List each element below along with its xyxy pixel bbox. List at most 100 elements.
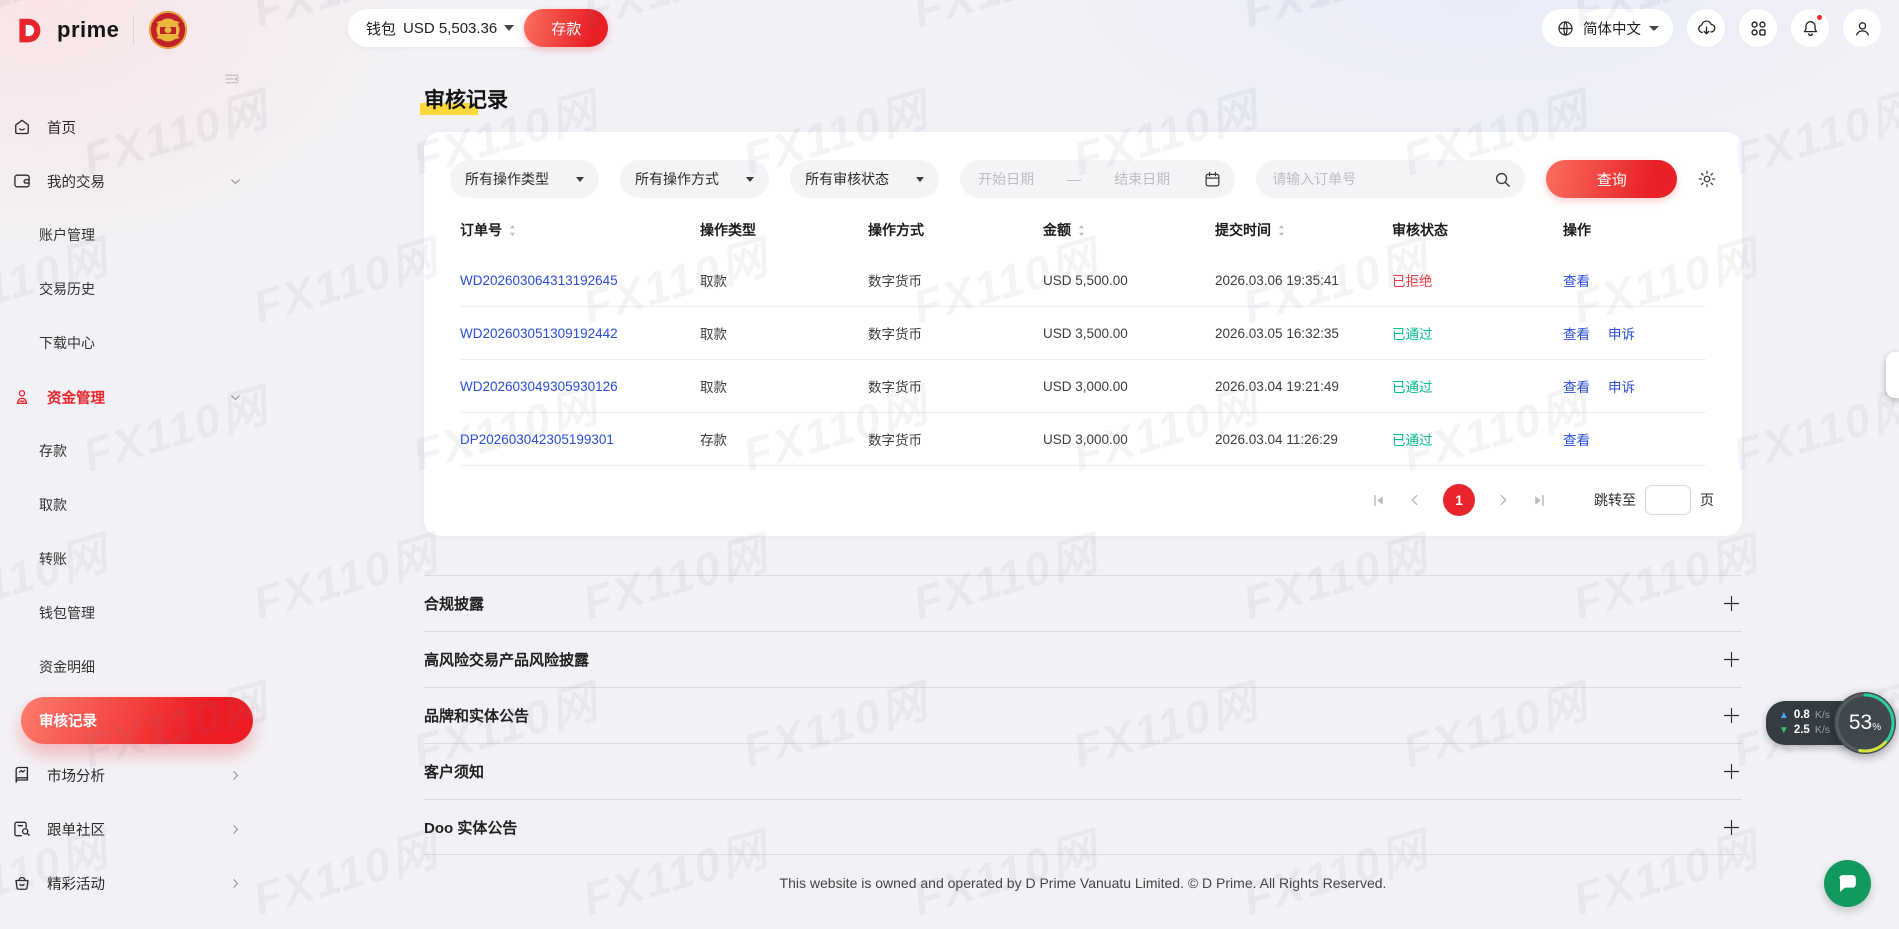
previous-page-button[interactable] bbox=[1407, 492, 1423, 508]
column-order-no[interactable]: 订单号 bbox=[460, 220, 700, 240]
view-link[interactable]: 查看 bbox=[1563, 376, 1590, 396]
chat-bubble-icon bbox=[1835, 871, 1860, 896]
view-link[interactable]: 查看 bbox=[1563, 323, 1590, 343]
cell-type: 取款 bbox=[700, 323, 868, 343]
sidebar-item-label: 精彩活动 bbox=[47, 873, 105, 894]
speed-unit: K/s bbox=[1815, 708, 1830, 723]
funds-person-icon bbox=[12, 387, 32, 407]
activities-basket-icon bbox=[12, 873, 32, 893]
sidebar-item-transfer[interactable]: 转账 bbox=[0, 532, 255, 586]
language-selector[interactable]: 简体中文 bbox=[1542, 9, 1673, 47]
column-actions: 操作 bbox=[1563, 220, 1706, 240]
download-arrow-icon: ▼ bbox=[1779, 723, 1789, 738]
community-doc-search-icon bbox=[12, 819, 32, 839]
table-row: DP202603042305199301 存款 数字货币 USD 3,000.0… bbox=[460, 413, 1706, 466]
search-icon[interactable] bbox=[1493, 170, 1512, 189]
sidebar-item-download-center[interactable]: 下载中心 bbox=[0, 316, 255, 370]
sidebar-item-wallet-management[interactable]: 钱包管理 bbox=[0, 586, 255, 640]
sidebar-item-funds-details[interactable]: 资金明细 bbox=[0, 640, 255, 694]
cell-type: 存款 bbox=[700, 429, 868, 449]
appeal-link[interactable]: 申诉 bbox=[1608, 376, 1635, 396]
cell-amount: USD 3,000.00 bbox=[1043, 379, 1215, 394]
dprime-logo-icon bbox=[16, 17, 43, 44]
sidebar-item-market-analysis[interactable]: 市场分析 bbox=[0, 748, 255, 802]
sidebar-item-copy-trading[interactable]: 跟单社区 bbox=[0, 802, 255, 856]
appeal-link[interactable]: 申诉 bbox=[1608, 323, 1635, 343]
footer-accordion: 合规披露 高风险交易产品风险披露 品牌和实体公告 客户须知 Doo 实体公告 bbox=[424, 575, 1742, 855]
plus-icon bbox=[1721, 593, 1742, 614]
order-number-link[interactable]: WD202603049305930126 bbox=[460, 379, 700, 394]
sidebar-item-audit-records-active[interactable]: 审核记录 bbox=[21, 697, 253, 744]
plus-icon bbox=[1721, 817, 1742, 838]
sidebar-item-label: 市场分析 bbox=[47, 765, 105, 786]
user-icon bbox=[1852, 18, 1873, 39]
apps-menu-button[interactable] bbox=[1739, 9, 1777, 47]
order-number-link[interactable]: WD202603051309192442 bbox=[460, 326, 700, 341]
live-chat-button[interactable] bbox=[1824, 860, 1871, 907]
chevron-right-icon bbox=[228, 822, 243, 837]
accordion-client-notice[interactable]: 客户须知 bbox=[424, 743, 1742, 799]
upload-arrow-icon: ▲ bbox=[1779, 708, 1789, 723]
table-header-row: 订单号 操作类型 操作方式 金额 提交时间 审核状态 操作 bbox=[460, 206, 1706, 254]
brand: prime bbox=[16, 10, 188, 50]
jump-to-page-input[interactable] bbox=[1645, 485, 1691, 515]
order-number-link[interactable]: WD202603064313192645 bbox=[460, 273, 700, 288]
sidebar-item-activities[interactable]: 精彩活动 bbox=[0, 856, 255, 910]
accordion-doo-entity-notice[interactable]: Doo 实体公告 bbox=[424, 799, 1742, 855]
speed-monitor-widget[interactable]: ▲0.8K/s ▼2.5K/s 53% bbox=[1766, 692, 1896, 754]
cell-method: 数字货币 bbox=[868, 323, 1043, 343]
plus-icon bbox=[1721, 649, 1742, 670]
table-settings-button[interactable] bbox=[1692, 160, 1722, 198]
sidebar-item-label: 首页 bbox=[47, 117, 76, 138]
column-amount[interactable]: 金额 bbox=[1043, 220, 1215, 240]
sidebar-item-my-trades[interactable]: 我的交易 bbox=[0, 154, 255, 208]
order-number-link[interactable]: DP202603042305199301 bbox=[460, 432, 700, 447]
cell-type: 取款 bbox=[700, 270, 868, 290]
cell-time: 2026.03.04 19:21:49 bbox=[1215, 379, 1392, 394]
wallet-balance-dropdown[interactable]: 钱包 USD 5,503.36 bbox=[348, 9, 550, 47]
copyright-text: This website is owned and operated by D … bbox=[424, 875, 1742, 891]
scrollbar-thumb[interactable] bbox=[1886, 352, 1899, 398]
current-page-button[interactable]: 1 bbox=[1443, 484, 1475, 516]
home-icon bbox=[12, 117, 32, 137]
accordion-high-risk-disclosure[interactable]: 高风险交易产品风险披露 bbox=[424, 631, 1742, 687]
speed-unit: K/s bbox=[1815, 723, 1830, 738]
sidebar-item-account-management[interactable]: 账户管理 bbox=[0, 208, 255, 262]
gear-icon bbox=[1697, 169, 1717, 189]
first-page-button[interactable] bbox=[1370, 492, 1387, 509]
download-center-button[interactable] bbox=[1687, 9, 1725, 47]
date-range-picker[interactable]: 开始日期 — 结束日期 bbox=[960, 160, 1235, 198]
sidebar-item-funds-management[interactable]: 资金管理 bbox=[0, 370, 255, 424]
order-number-input[interactable] bbox=[1272, 171, 1472, 187]
sidebar-item-deposit[interactable]: 存款 bbox=[0, 424, 255, 478]
jump-to-label: 跳转至 bbox=[1594, 490, 1636, 510]
progress-circle[interactable]: 53% bbox=[1834, 692, 1896, 754]
next-page-button[interactable] bbox=[1495, 492, 1511, 508]
notifications-button[interactable] bbox=[1791, 9, 1829, 47]
collapse-sidebar-icon bbox=[223, 70, 241, 88]
page-unit-label: 页 bbox=[1700, 490, 1714, 510]
operation-type-dropdown[interactable]: 所有操作类型 bbox=[450, 160, 599, 198]
accordion-compliance-disclosure[interactable]: 合规披露 bbox=[424, 575, 1742, 631]
sidebar-item-home[interactable]: 首页 bbox=[0, 100, 255, 154]
last-page-button[interactable] bbox=[1531, 492, 1548, 509]
notification-badge bbox=[1816, 14, 1823, 21]
operation-method-dropdown[interactable]: 所有操作方式 bbox=[620, 160, 769, 198]
deposit-button[interactable]: 存款 bbox=[524, 9, 608, 47]
pagination: 1 跳转至 页 bbox=[424, 466, 1742, 526]
sidebar-item-withdraw[interactable]: 取款 bbox=[0, 478, 255, 532]
chevron-down-icon bbox=[746, 177, 754, 182]
sidebar-item-trade-history[interactable]: 交易历史 bbox=[0, 262, 255, 316]
profile-button[interactable] bbox=[1843, 9, 1881, 47]
sidebar-collapse-button[interactable] bbox=[219, 66, 245, 92]
plus-icon bbox=[1721, 761, 1742, 782]
search-button[interactable]: 查询 bbox=[1546, 160, 1677, 198]
view-link[interactable]: 查看 bbox=[1563, 270, 1590, 290]
column-submit-time[interactable]: 提交时间 bbox=[1215, 220, 1392, 240]
view-link[interactable]: 查看 bbox=[1563, 429, 1590, 449]
accordion-brand-entity-notice[interactable]: 品牌和实体公告 bbox=[424, 687, 1742, 743]
chevron-down-icon bbox=[228, 174, 243, 189]
chevron-down-icon bbox=[1649, 26, 1659, 31]
audit-status-dropdown[interactable]: 所有审核状态 bbox=[790, 160, 939, 198]
sort-icon bbox=[1276, 224, 1287, 237]
